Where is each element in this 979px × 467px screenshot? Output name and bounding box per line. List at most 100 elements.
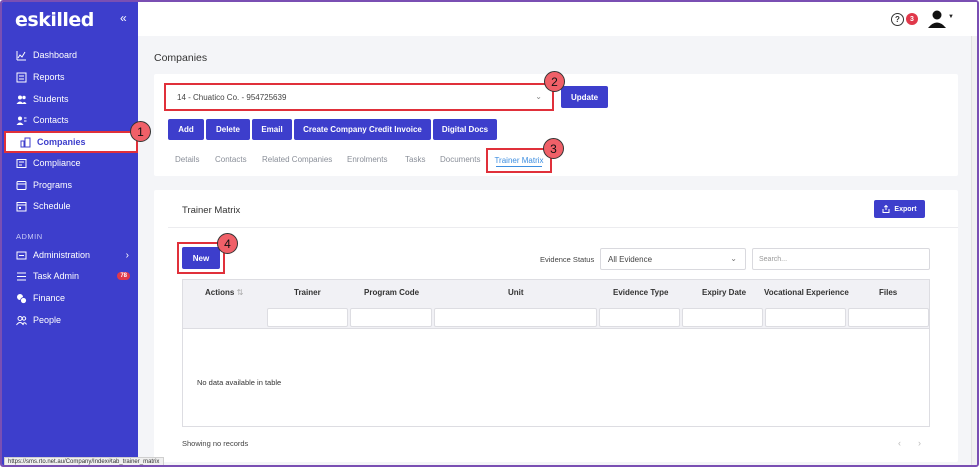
caret-down-icon[interactable]: ▼ [948, 14, 954, 20]
evidence-status-label: Evidence Status [540, 255, 595, 264]
list-icon [16, 271, 27, 282]
callout-marker-3: 3 [543, 138, 564, 159]
filter-row [183, 305, 929, 329]
sidebar-item-label: Dashboard [33, 50, 78, 60]
report-icon [16, 72, 27, 83]
page-title: Companies [154, 52, 208, 64]
program-code-filter-input[interactable] [350, 308, 432, 327]
sidebar-item-administration[interactable]: Administration › [2, 245, 138, 265]
records-info: Showing no records [182, 439, 249, 448]
gear-icon [16, 250, 27, 261]
callout-marker-4: 4 [217, 233, 238, 254]
callout-marker-2: 2 [544, 71, 565, 92]
pager-prev-icon[interactable]: ‹ [898, 438, 901, 448]
digital-docs-button[interactable]: Digital Docs [433, 119, 497, 140]
coins-icon [16, 293, 27, 304]
chart-line-icon [16, 50, 27, 61]
sidebar-item-label: People [33, 315, 62, 325]
email-button[interactable]: Email [252, 119, 292, 140]
vocational-experience-filter-input[interactable] [765, 308, 846, 327]
building-icon [20, 137, 31, 148]
chevron-right-icon: › [125, 249, 129, 261]
delete-button[interactable]: Delete [206, 119, 250, 140]
programs-icon [16, 180, 27, 191]
empty-table-message: No data available in table [197, 378, 282, 387]
column-unit[interactable]: Unit [508, 288, 524, 297]
evidence-status-select[interactable]: All Evidence ⌄ [600, 248, 746, 270]
create-credit-invoice-button[interactable]: Create Company Credit Invoice [294, 119, 431, 140]
sidebar-item-schedule[interactable]: Schedule [2, 196, 138, 216]
callout-marker-1: 1 [130, 121, 151, 142]
admin-section-label: ADMIN [16, 232, 43, 241]
sidebar-item-students[interactable]: Students [2, 89, 138, 109]
sidebar-item-label: Administration [33, 250, 91, 260]
tab-enrolments[interactable]: Enrolments [347, 155, 387, 164]
people-icon [16, 315, 27, 326]
column-expiry-date[interactable]: Expiry Date [702, 288, 746, 297]
sidebar-item-contacts[interactable]: Contacts [2, 110, 138, 130]
help-icon[interactable]: ? [891, 13, 904, 26]
expiry-date-filter-input[interactable] [682, 308, 763, 327]
sidebar-item-compliance[interactable]: Compliance [2, 153, 138, 173]
tab-tasks[interactable]: Tasks [405, 155, 425, 164]
sort-icon: ⇅ [236, 288, 244, 297]
sidebar-item-label: Reports [33, 72, 65, 82]
column-files[interactable]: Files [879, 288, 897, 297]
unit-filter-input[interactable] [434, 308, 597, 327]
page-scrollbar[interactable] [971, 36, 977, 465]
tab-documents[interactable]: Documents [440, 155, 480, 164]
search-input[interactable]: Search... [752, 248, 930, 270]
sidebar-item-task-admin[interactable]: Task Admin 78 [2, 266, 138, 286]
trainer-matrix-title: Trainer Matrix [182, 205, 241, 216]
double-chevron-left-icon[interactable]: « [120, 11, 127, 25]
tab-trainer-matrix-label: Trainer Matrix [494, 156, 544, 165]
export-button[interactable]: Export [874, 200, 925, 218]
sidebar-item-label: Contacts [33, 115, 69, 125]
sidebar-item-companies[interactable]: Companies [4, 131, 138, 153]
help-badge: 3 [906, 13, 918, 25]
sidebar-item-label: Compliance [33, 158, 81, 168]
company-select-value: 14 - Chuatico Co. - 954725639 [177, 92, 287, 102]
sidebar-item-label: Companies [37, 137, 86, 147]
search-placeholder: Search... [759, 255, 788, 263]
sidebar-item-programs[interactable]: Programs [2, 175, 138, 195]
export-icon [882, 205, 890, 213]
chevron-down-icon: ⌄ [730, 254, 737, 263]
sidebar-item-dashboard[interactable]: Dashboard [2, 45, 138, 65]
export-label: Export [894, 205, 917, 213]
compliance-icon [16, 158, 27, 169]
tab-related-companies[interactable]: Related Companies [262, 155, 332, 164]
sidebar-item-people[interactable]: People [2, 310, 138, 330]
column-actions[interactable]: Actions ⇅ [205, 288, 243, 297]
files-filter-input[interactable] [848, 308, 929, 327]
sidebar-item-reports[interactable]: Reports [2, 67, 138, 87]
tab-details[interactable]: Details [175, 155, 199, 164]
column-program-code[interactable]: Program Code [364, 288, 419, 297]
tab-contacts[interactable]: Contacts [215, 155, 247, 164]
trainer-filter-input[interactable] [267, 308, 348, 327]
pager-next-icon[interactable]: › [918, 438, 921, 448]
update-button[interactable]: Update [561, 86, 608, 108]
new-button[interactable]: New [182, 247, 220, 269]
tab-trainer-matrix[interactable]: Trainer Matrix [486, 148, 552, 173]
trainer-matrix-table: Actions ⇅ Trainer Program Code Unit Evid… [182, 279, 930, 427]
column-vocational-experience[interactable]: Vocational Experience [764, 288, 849, 297]
top-bar [138, 2, 977, 36]
evidence-status-value: All Evidence [608, 254, 653, 264]
sidebar-item-finance[interactable]: Finance [2, 288, 138, 308]
company-select[interactable]: 14 - Chuatico Co. - 954725639 ⌄ [164, 83, 554, 111]
active-tab-underline [496, 166, 542, 167]
add-button[interactable]: Add [168, 119, 204, 140]
user-avatar-icon[interactable] [927, 10, 949, 28]
sidebar-item-label: Finance [33, 293, 66, 303]
column-evidence-type[interactable]: Evidence Type [613, 288, 668, 297]
task-count-badge: 78 [117, 272, 130, 280]
sidebar-item-label: Task Admin [33, 271, 80, 281]
column-trainer[interactable]: Trainer [294, 288, 321, 297]
sidebar: eskilled « Dashboard Reports Students Co… [2, 2, 138, 465]
sidebar-item-label: Schedule [33, 201, 71, 211]
table-header: Actions ⇅ Trainer Program Code Unit Evid… [183, 280, 929, 305]
sidebar-item-label: Students [33, 94, 69, 104]
eskilled-logo: eskilled [15, 9, 94, 31]
evidence-type-filter-input[interactable] [599, 308, 680, 327]
